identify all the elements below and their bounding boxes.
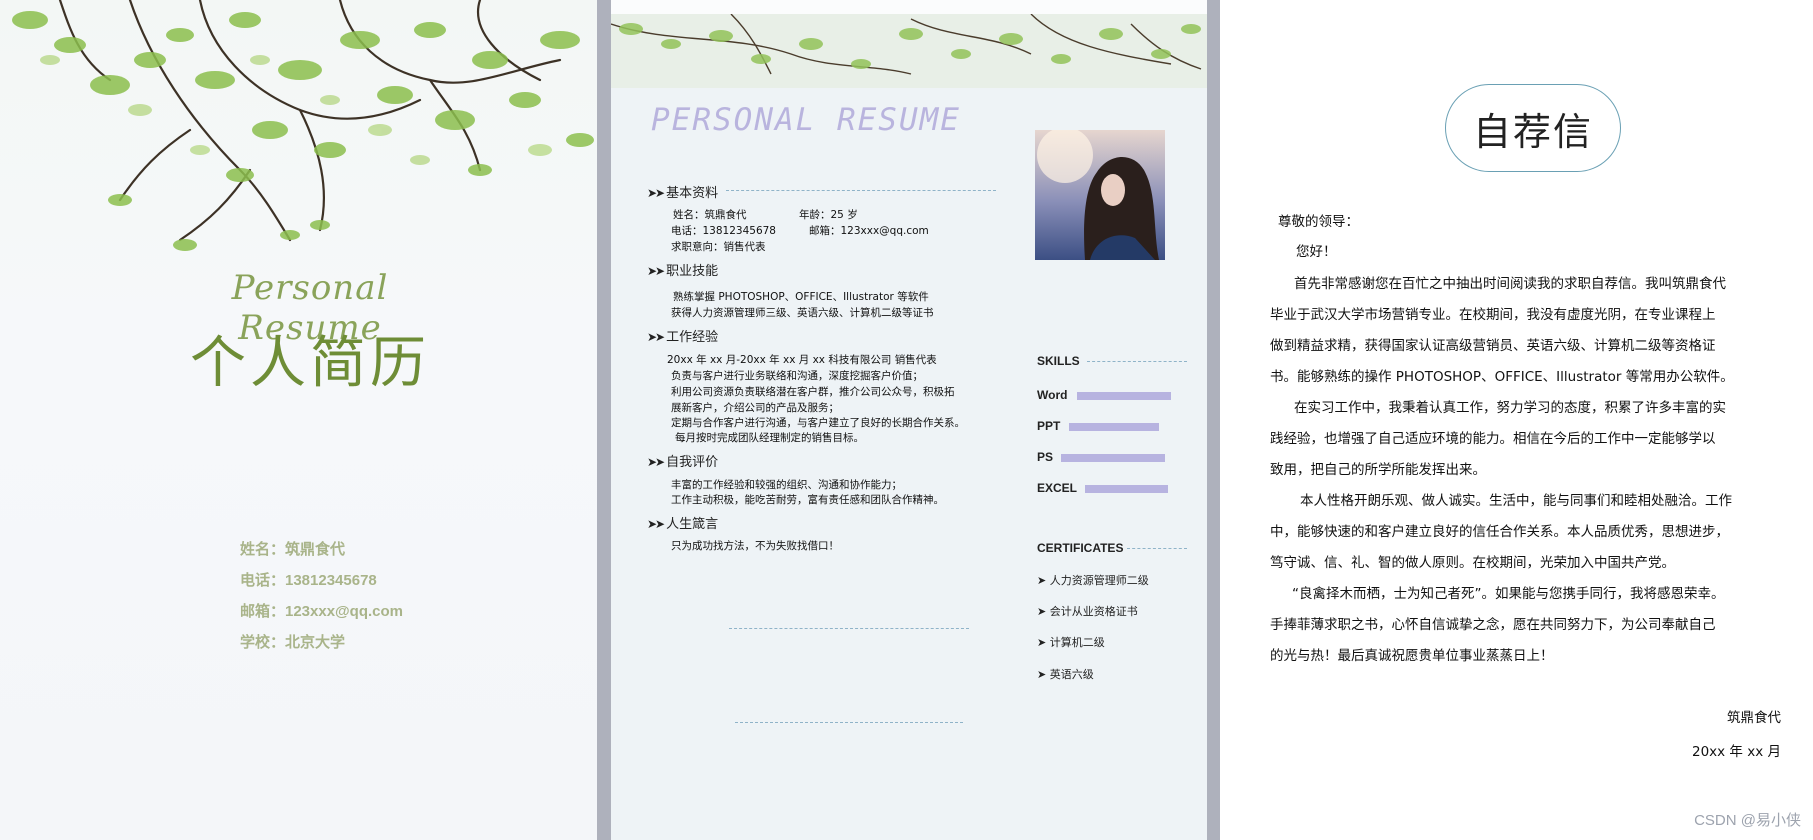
arrow-icon: ➤➤ <box>647 517 665 531</box>
arrow-icon: ➤ <box>1037 636 1050 649</box>
resume-page: PERSONAL RESUME ➤➤ 基本资料 姓名：筑鼎食代 年龄：25 岁 电… <box>611 0 1207 840</box>
certificate-label: 计算机二级 <box>1049 636 1105 649</box>
divider <box>726 190 996 191</box>
cover-info-name: 姓名：筑鼎食代 <box>240 541 346 558</box>
certificate-label: 会计从业资格证书 <box>1049 605 1138 618</box>
section-work-heading: ➤➤ 工作经验 <box>647 326 718 345</box>
header-branches-decoration <box>611 13 1207 88</box>
page-top-strip <box>611 0 1207 14</box>
arrow-icon: ➤➤ <box>647 186 665 200</box>
work-line: 利用公司资源负责联络潜在客户群，推介公司公众号，积极拓 <box>671 386 955 398</box>
cover-page: Personal Resume 个人简历 姓名：筑鼎食代 电话：13812345… <box>0 0 597 840</box>
skill-level-bar <box>1085 485 1168 493</box>
letter-line: “良禽择木而栖，士为知己者死”。如果能与您携手同行，我将感恩荣幸。 <box>1292 586 1725 602</box>
divider <box>729 628 969 629</box>
certificate-item: ➤ 会计从业资格证书 <box>1037 603 1138 619</box>
resume-title: PERSONAL RESUME <box>651 102 961 138</box>
arrow-icon: ➤➤ <box>647 330 665 344</box>
basic-name: 姓名：筑鼎食代 <box>673 209 747 221</box>
letter-line: 手捧菲薄求职之书，心怀自信诚挚之念，愿在共同努力下，为公司奉献自己 <box>1270 617 1716 633</box>
skill-label: EXCEL <box>1037 481 1078 495</box>
letter-title: 自荐信 <box>1445 84 1621 172</box>
self-line: 丰富的工作经验和较强的组织、沟通和协作能力； <box>671 479 902 491</box>
arrow-icon: ➤ <box>1037 574 1050 587</box>
divider <box>1087 361 1187 362</box>
letter-line: 做到精益求精，获得国家认证高级营销员、英语六级、计算机二级等资格证 <box>1270 338 1716 354</box>
letter-line: 笃守诚、信、礼、智的做人原则。在校期间，光荣加入中国共产党。 <box>1270 555 1675 571</box>
letter-line: 本人性格开朗乐观、做人诚实。生活中，能与同事们和睦相处融洽。工作 <box>1300 493 1732 509</box>
letter-line: 践经验，也增强了自己适应环境的能力。相信在今后的工作中一定能够学以 <box>1270 431 1716 447</box>
letter-line: 中，能够快速的和客户建立良好的信任合作关系。本人品质优秀，思想进步， <box>1270 524 1729 540</box>
certificate-item: ➤ 英语六级 <box>1037 666 1094 682</box>
letter-signature: 筑鼎食代 <box>1727 710 1781 726</box>
letter-line: 书。能够熟练的操作 PHOTOSHOP、OFFICE、Illustrator 等… <box>1270 369 1734 385</box>
section-basic-heading: ➤➤ 基本资料 <box>647 182 718 201</box>
skill-label: PPT <box>1037 419 1061 433</box>
section-motto-heading: ➤➤ 人生箴言 <box>647 513 718 532</box>
page-gap <box>597 0 611 840</box>
letter-line: 首先非常感谢您在百忙之中抽出时间阅读我的求职自荐信。我叫筑鼎食代 <box>1294 276 1726 292</box>
arrow-icon: ➤ <box>1037 668 1050 681</box>
certificate-label: 英语六级 <box>1049 668 1094 681</box>
basic-age: 年龄：25 岁 <box>799 209 858 221</box>
letter-greeting: 尊敬的领导： <box>1278 214 1359 230</box>
skill-label: PS <box>1037 450 1054 464</box>
letter-hello: 您好！ <box>1296 244 1337 260</box>
work-line: 定期与合作客户进行沟通，与客户建立了良好的长期合作关系。 <box>671 417 965 429</box>
skill-level-bar <box>1061 454 1165 462</box>
skill-label: Word <box>1037 388 1068 402</box>
skills-line: 获得人力资源管理师三级、英语六级、计算机二级等证书 <box>671 307 934 319</box>
letter-date: 20xx 年 xx 月 <box>1691 744 1781 760</box>
work-line: 每月按时完成团队经理制定的销售目标。 <box>675 432 864 444</box>
divider <box>1127 548 1187 549</box>
letter-line: 毕业于武汉大学市场营销专业。在校期间，我没有虚度光阴，在专业课程上 <box>1270 307 1716 323</box>
certificate-label: 人力资源管理师二级 <box>1049 574 1149 587</box>
skills-heading: SKILLS <box>1037 354 1080 368</box>
skills-line: 熟练掌握 PHOTOSHOP、OFFICE、Illustrator 等软件 <box>673 291 929 303</box>
section-self-label: 自我评价 <box>666 455 719 470</box>
section-motto-label: 人生箴言 <box>666 517 719 532</box>
letter-line: 的光与热！最后真诚祝愿贵单位事业蒸蒸日上！ <box>1270 648 1554 664</box>
letter-line: 在实习工作中，我秉着认真工作，努力学习的态度，积累了许多丰富的实 <box>1294 400 1726 416</box>
skill-level-bar <box>1077 392 1171 400</box>
arrow-icon: ➤ <box>1037 605 1050 618</box>
skill-level-bar <box>1069 423 1159 431</box>
page-gap <box>1207 0 1220 840</box>
section-skills-label: 职业技能 <box>666 264 719 279</box>
profile-photo <box>1035 130 1165 260</box>
cover-title: 个人简历 <box>190 331 430 396</box>
cover-info-email: 邮箱：123xxx@qq.com <box>240 603 404 620</box>
section-skills-heading: ➤➤ 职业技能 <box>647 260 718 279</box>
section-self-heading: ➤➤ 自我评价 <box>647 451 718 470</box>
divider <box>735 722 963 723</box>
work-line: 20xx 年 xx 月-20xx 年 xx 月 xx 科技有限公司 销售代表 <box>667 354 937 366</box>
self-line: 工作主动积极，能吃苦耐劳，富有责任感和团队合作精神。 <box>671 494 944 506</box>
cover-info-school: 学校：北京大学 <box>240 634 346 651</box>
tree-branches-decoration <box>12 0 594 251</box>
cover-info-phone: 电话：13812345678 <box>240 572 377 589</box>
section-work-label: 工作经验 <box>666 330 719 345</box>
certificates-heading: CERTIFICATES <box>1037 541 1124 555</box>
letter-line: 致用，把自己的所学所能发挥出来。 <box>1270 462 1486 478</box>
cover-info: 姓名：筑鼎食代 电话：13812345678 邮箱：123xxx@qq.com … <box>240 538 403 662</box>
watermark: CSDN @易小侠 <box>1694 812 1801 829</box>
section-basic-label: 基本资料 <box>666 186 719 201</box>
work-line: 负责与客户进行业务联络和沟通，深度挖掘客户价值； <box>671 370 923 382</box>
work-line: 展新客户，介绍公司的产品及服务； <box>671 402 839 414</box>
arrow-icon: ➤➤ <box>647 455 665 469</box>
cover-letter-page: 自荐信 尊敬的领导： 您好！ 首先非常感谢您在百忙之中抽出时间阅读我的求职自荐信… <box>1220 0 1813 840</box>
basic-intent: 求职意向：销售代表 <box>671 241 766 253</box>
certificate-item: ➤ 人力资源管理师二级 <box>1037 572 1149 588</box>
motto-line: 只为成功找方法，不为失败找借口！ <box>671 540 839 552</box>
arrow-icon: ➤➤ <box>647 264 665 278</box>
basic-phone: 电话：13812345678 <box>671 225 776 237</box>
certificate-item: ➤ 计算机二级 <box>1037 634 1105 650</box>
basic-email: 邮箱：123xxx@qq.com <box>809 225 929 237</box>
